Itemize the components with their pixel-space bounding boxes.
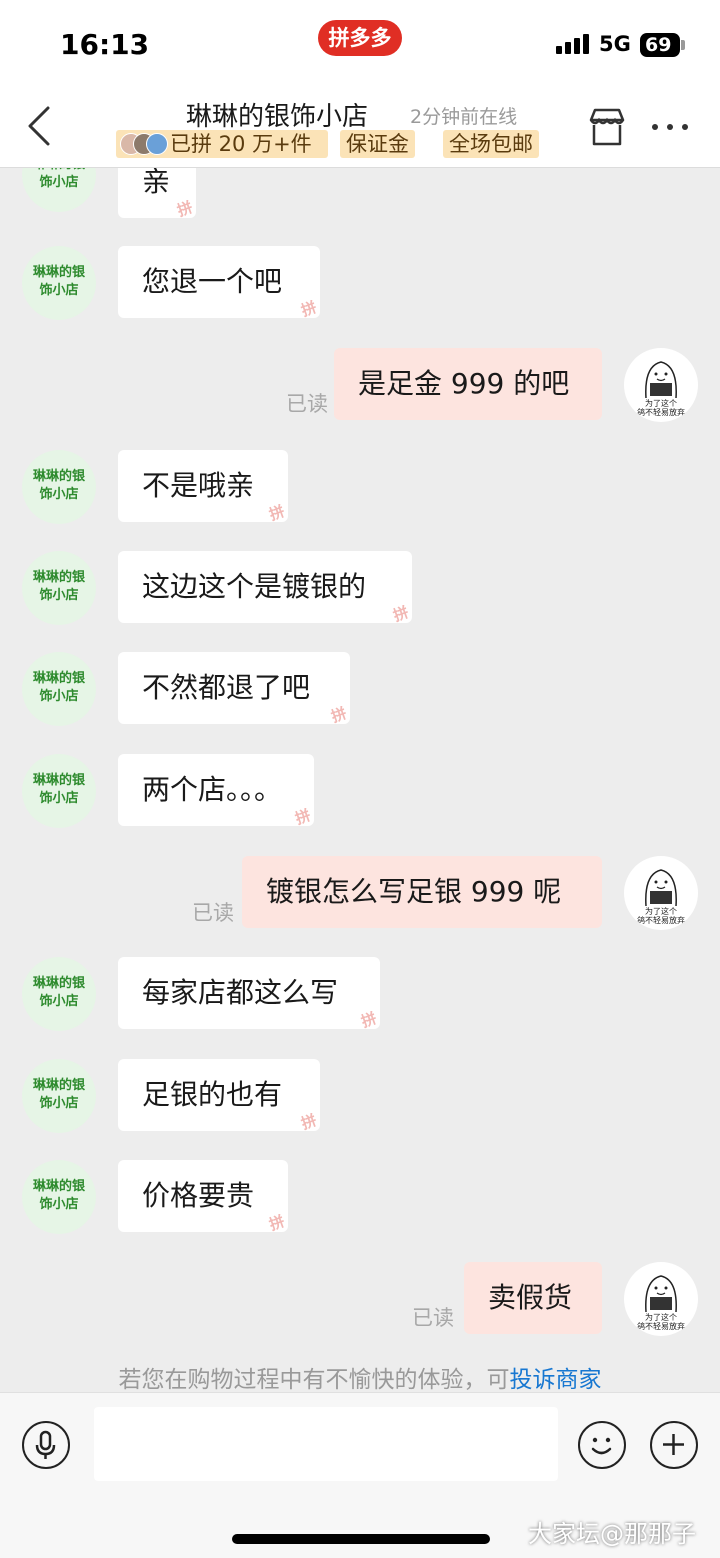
deposit-badge: 保证金 xyxy=(340,130,415,158)
message-bubble-incoming[interactable]: 每家店都这么写 拼 xyxy=(118,957,380,1029)
shop-name[interactable]: 琳琳的银饰小店 xyxy=(186,96,368,133)
group-buy-badge: 已拼 20 万+件 xyxy=(116,130,328,158)
home-indicator[interactable] xyxy=(232,1534,490,1544)
avatar-caption: 为了这个 鸽不轻易放弃 xyxy=(637,907,685,925)
message-text: 亲 xyxy=(142,168,171,198)
message-text: 不是哦亲 xyxy=(142,469,255,502)
plus-icon[interactable] xyxy=(650,1421,698,1469)
message-bubble-incoming[interactable]: 两个店。。。 拼 xyxy=(118,754,314,826)
shop-avatar[interactable]: 琳琳的银饰小店 xyxy=(22,246,96,320)
watermark: 大家坛@那那子 xyxy=(528,1520,696,1548)
message-bubble-incoming[interactable]: 您退一个吧 拼 xyxy=(118,246,320,318)
message-text: 是足金 999 的吧 xyxy=(358,367,570,400)
battery-tip xyxy=(681,40,685,50)
message-text: 您退一个吧 xyxy=(142,265,283,298)
message-bubble-incoming[interactable]: 不然都退了吧 拼 xyxy=(118,652,350,724)
chevron-left-icon[interactable] xyxy=(20,102,60,150)
pdd-stamp-icon: 拼 xyxy=(298,1110,320,1131)
message-text: 卖假货 xyxy=(488,1281,573,1314)
message-bubble-incoming[interactable]: 亲 拼 xyxy=(118,168,196,218)
message-input[interactable] xyxy=(94,1407,558,1481)
buyer-faces-icon xyxy=(120,133,168,155)
pdd-stamp-icon: 拼 xyxy=(358,1008,380,1029)
message-text: 这边这个是镀银的 xyxy=(142,570,367,603)
message-bubble-outgoing[interactable]: 是足金 999 的吧 xyxy=(334,348,602,420)
message-text: 不然都退了吧 xyxy=(142,671,311,704)
shop-avatar[interactable]: 琳琳的银饰小店 xyxy=(22,1059,96,1133)
pdd-stamp-icon: 拼 xyxy=(292,805,314,826)
message-text: 每家店都这么写 xyxy=(142,976,339,1009)
pdd-stamp-icon: 拼 xyxy=(174,197,196,218)
chat-header: 琳琳的银饰小店 2分钟前在线 已拼 20 万+件 保证金 全场包邮 xyxy=(0,88,720,168)
shop-avatar[interactable]: 琳琳的银饰小店 xyxy=(22,652,96,726)
emoji-icon[interactable] xyxy=(578,1421,626,1469)
avatar-caption: 为了这个 鸽不轻易放弃 xyxy=(637,399,685,417)
chat-area[interactable]: 琳琳的银饰小店 亲 拼 琳琳的银饰小店 您退一个吧 拼 已读 是足金 999 的… xyxy=(0,168,720,1392)
read-receipt: 已读 xyxy=(192,901,234,925)
pdd-stamp-icon: 拼 xyxy=(266,1211,288,1232)
free-shipping-badge: 全场包邮 xyxy=(443,130,539,158)
shop-avatar[interactable]: 琳琳的银饰小店 xyxy=(22,450,96,524)
more-icon[interactable] xyxy=(652,124,688,132)
avatar-caption: 为了这个 鸽不轻易放弃 xyxy=(637,1313,685,1331)
pdd-stamp-icon: 拼 xyxy=(298,297,320,318)
complaint-notice: 若您在购物过程中有不愉快的体验，可投诉商家 xyxy=(0,1360,720,1394)
my-avatar[interactable]: 为了这个 鸽不轻易放弃 xyxy=(624,348,698,422)
message-bubble-outgoing[interactable]: 镀银怎么写足银 999 呢 xyxy=(242,856,602,928)
message-text: 价格要贵 xyxy=(142,1179,255,1212)
complain-merchant-link[interactable]: 投诉商家 xyxy=(510,1367,602,1393)
read-receipt: 已读 xyxy=(412,1306,454,1330)
network-type: 5G xyxy=(599,32,631,56)
shop-avatar[interactable]: 琳琳的银饰小店 xyxy=(22,957,96,1031)
message-bubble-incoming[interactable]: 价格要贵 拼 xyxy=(118,1160,288,1232)
message-text: 镀银怎么写足银 999 呢 xyxy=(266,875,562,908)
my-avatar[interactable]: 为了这个 鸽不轻易放弃 xyxy=(624,856,698,930)
my-avatar[interactable]: 为了这个 鸽不轻易放弃 xyxy=(624,1262,698,1336)
shop-avatar[interactable]: 琳琳的银饰小店 xyxy=(22,1160,96,1234)
shop-avatar[interactable]: 琳琳的银饰小店 xyxy=(22,754,96,828)
pdd-stamp-icon: 拼 xyxy=(328,703,350,724)
status-time: 16:13 xyxy=(60,28,150,61)
online-status: 2分钟前在线 xyxy=(410,106,518,128)
app-pill[interactable]: 拼多多 xyxy=(318,20,402,56)
group-buy-text: 已拼 20 万+件 xyxy=(170,132,312,156)
shop-avatar[interactable]: 琳琳的银饰小店 xyxy=(22,551,96,625)
mic-icon[interactable] xyxy=(22,1421,70,1469)
signal-icon xyxy=(556,34,590,54)
message-text: 两个店。。。 xyxy=(142,773,283,806)
read-receipt: 已读 xyxy=(286,392,328,416)
message-bubble-incoming[interactable]: 这边这个是镀银的 拼 xyxy=(118,551,412,623)
battery-icon: 69 xyxy=(640,33,680,57)
pdd-stamp-icon: 拼 xyxy=(390,602,412,623)
message-bubble-incoming[interactable]: 不是哦亲 拼 xyxy=(118,450,288,522)
notice-text: 若您在购物过程中有不愉快的体验，可 xyxy=(118,1367,510,1393)
store-icon[interactable] xyxy=(586,106,628,148)
pdd-stamp-icon: 拼 xyxy=(266,501,288,522)
status-bar: 16:13 拼多多 5G 69 xyxy=(0,0,720,88)
message-bubble-outgoing[interactable]: 卖假货 xyxy=(464,1262,602,1334)
message-text: 足银的也有 xyxy=(142,1078,283,1111)
message-bubble-incoming[interactable]: 足银的也有 拼 xyxy=(118,1059,320,1131)
shop-avatar[interactable]: 琳琳的银饰小店 xyxy=(22,168,96,212)
